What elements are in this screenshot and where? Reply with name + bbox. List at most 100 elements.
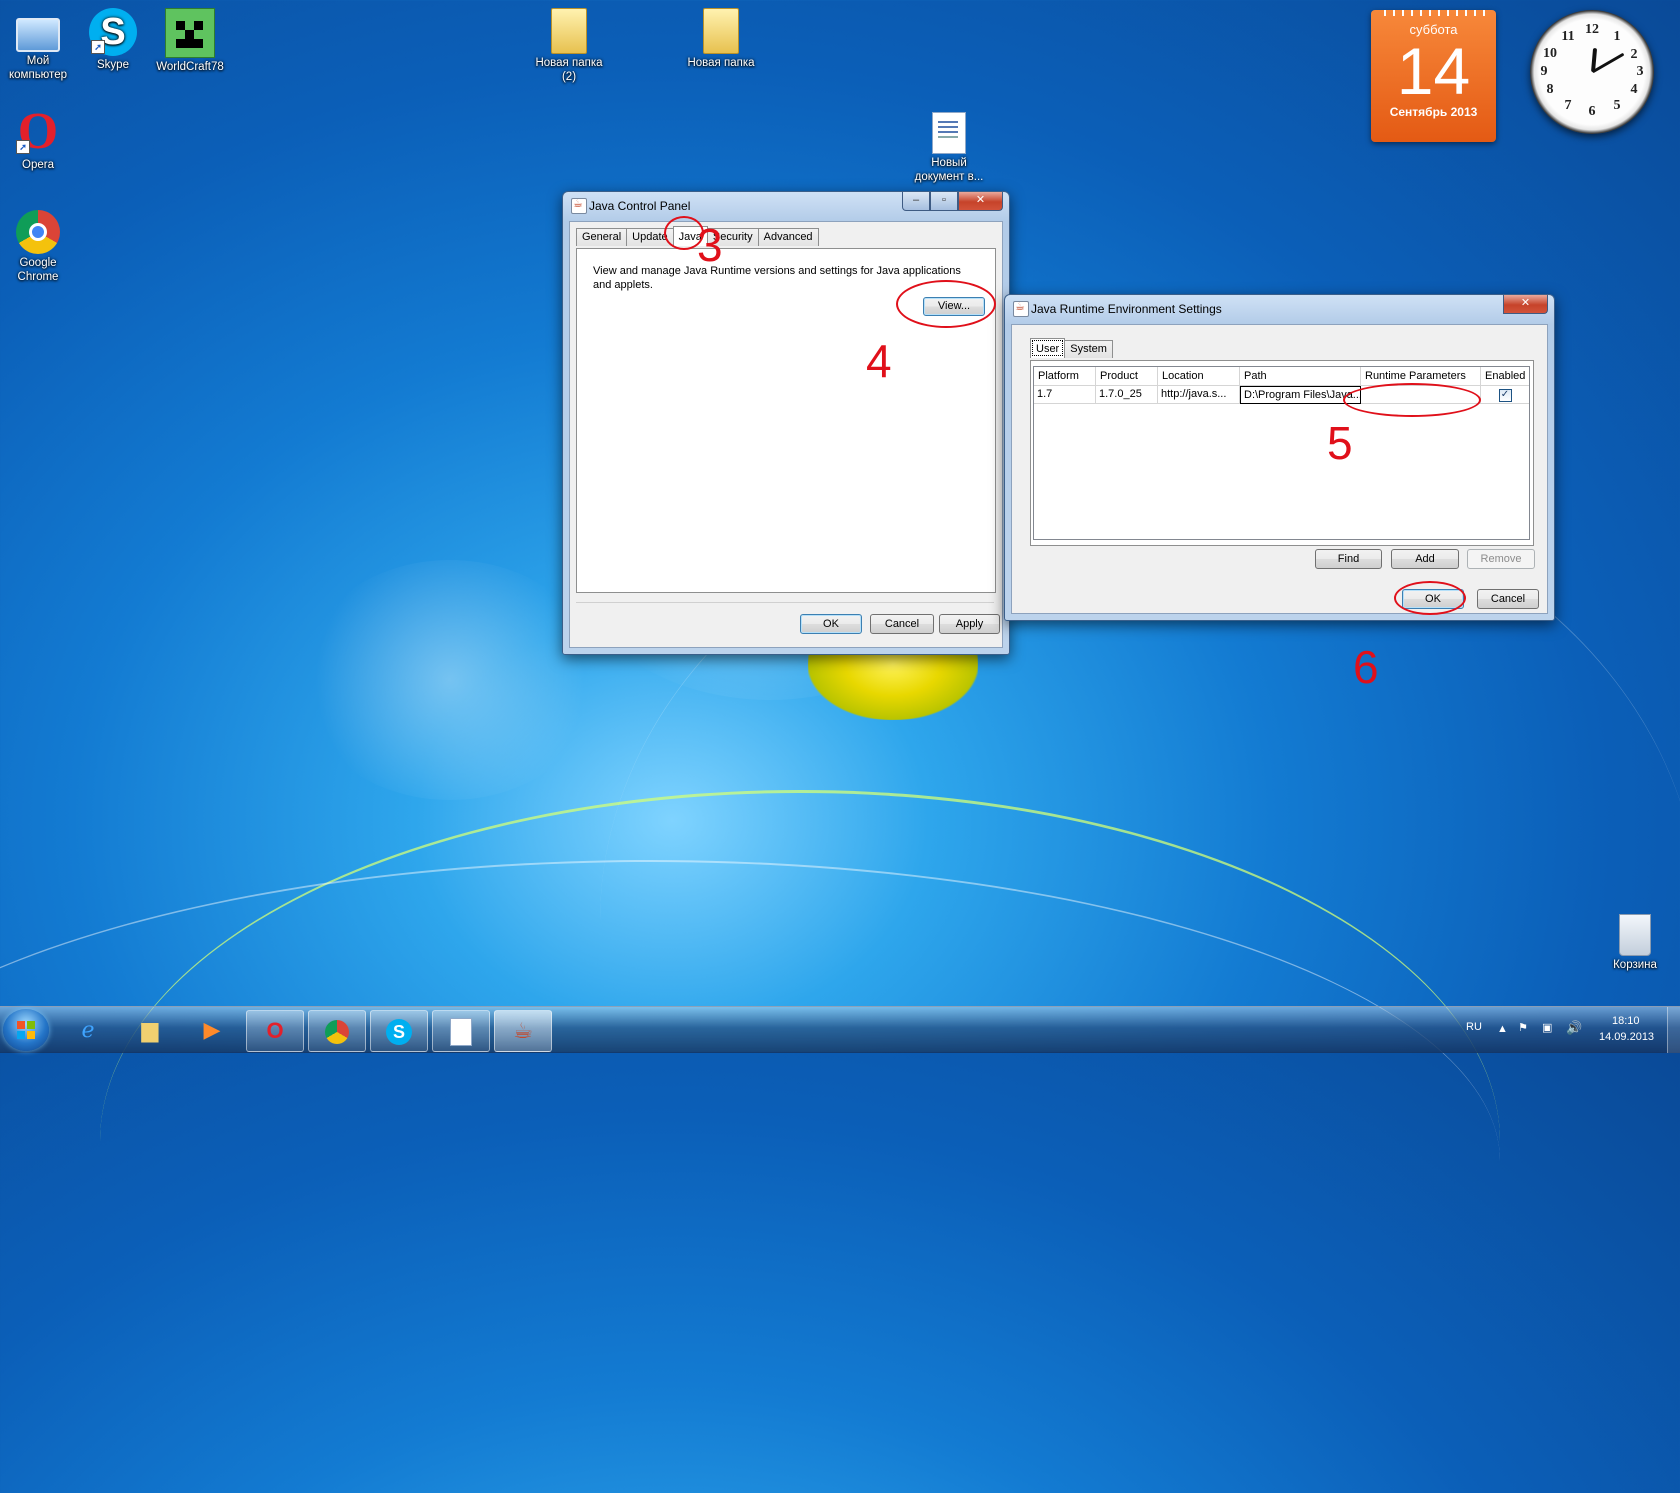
ok-button[interactable]: OK (800, 614, 862, 634)
column-header[interactable]: Path (1240, 367, 1361, 386)
desktop-icon-label: Новая папка (2) (535, 57, 603, 83)
user-tab-panel: Platform Product Location Path Runtime P… (1030, 360, 1534, 546)
cancel-button[interactable]: Cancel (870, 614, 934, 634)
clock-number: 7 (1564, 98, 1572, 113)
close-button[interactable]: ✕ (1503, 295, 1548, 314)
desktop-icon-skype[interactable]: S ➚ Skype (73, 8, 153, 72)
java-tab-description: View and manage Java Runtime versions an… (593, 265, 961, 291)
table-row[interactable]: 1.7 1.7.0_25 http://java.s... D:\Program… (1034, 386, 1529, 404)
network-icon[interactable]: ▣ (1542, 1021, 1552, 1034)
apply-button[interactable]: Apply (939, 614, 1000, 634)
taskbar-internet-explorer[interactable]: ℯ (60, 1010, 116, 1050)
desktop-icon-label: Мой компьютер (9, 55, 67, 81)
window-title: Java Runtime Environment Settings (1031, 302, 1222, 316)
minimize-button[interactable]: ‒ (902, 192, 930, 211)
taskbar-opera[interactable]: O (246, 1010, 304, 1052)
clock-minute-hand (1591, 52, 1625, 74)
window-client-area: General Update Java Security Advanced Vi… (569, 221, 1003, 648)
annotation-step-6: 6 (1353, 641, 1379, 693)
skype-icon: S (386, 1019, 412, 1046)
cell-runtime-parameters[interactable] (1361, 386, 1481, 404)
desktop-icon-recycle-bin[interactable]: Корзина (1595, 914, 1675, 972)
clock-number: 2 (1630, 47, 1638, 62)
cell-platform[interactable]: 1.7 (1034, 386, 1096, 404)
taskbar-explorer[interactable]: ▆ (122, 1010, 178, 1050)
cell-path[interactable]: D:\Program Files\Java... (1240, 386, 1361, 404)
enabled-checkbox[interactable]: ✓ (1498, 389, 1512, 402)
jre-table[interactable]: Platform Product Location Path Runtime P… (1033, 366, 1530, 540)
desktop-icon-chrome[interactable]: Google Chrome (0, 210, 78, 284)
action-center-icon[interactable]: ⚑ (1518, 1021, 1528, 1034)
clock-number: 11 (1561, 29, 1575, 44)
cell-enabled[interactable]: ✓ (1481, 386, 1529, 404)
tab-update[interactable]: Update (626, 228, 674, 246)
start-button[interactable] (3, 1009, 49, 1051)
column-header[interactable]: Location (1158, 367, 1240, 386)
ok-button[interactable]: OK (1402, 589, 1464, 609)
chrome-icon (325, 1020, 349, 1045)
desktop-icon-label: Корзина (1613, 959, 1657, 971)
taskbar-chrome[interactable] (308, 1010, 366, 1052)
show-desktop-button[interactable] (1667, 1007, 1680, 1053)
tab-user[interactable]: User (1030, 338, 1066, 358)
taskbar-media-player[interactable]: ▶ (184, 1010, 240, 1050)
clock-number: 5 (1613, 98, 1621, 113)
creeper-icon (165, 8, 215, 58)
divider (576, 602, 994, 603)
close-button[interactable]: ✕ (958, 192, 1003, 211)
opera-icon: O ➚ (16, 103, 59, 160)
window-client-area: User System Platform Product Location Pa… (1011, 324, 1548, 614)
desktop-icon-my-computer[interactable]: Мой компьютер (0, 10, 78, 82)
calendar-rings (1377, 10, 1490, 16)
desktop-icon-new-folder-2[interactable]: Новая папка (2) (529, 8, 609, 84)
show-hidden-icons-arrow-icon[interactable]: ▲ (1497, 1023, 1508, 1035)
caption-buttons: ✕ (1503, 295, 1548, 314)
tab-general[interactable]: General (576, 228, 628, 246)
clock-number: 10 (1543, 46, 1557, 61)
desktop-icon-opera[interactable]: O ➚ Opera (0, 103, 78, 172)
desktop-icon-new-folder[interactable]: Новая папка (681, 8, 761, 70)
clock-gadget[interactable]: 12 1 2 3 4 5 6 7 8 9 10 11 (1530, 10, 1654, 134)
column-header[interactable]: Product (1096, 367, 1158, 386)
clock-number: 8 (1546, 82, 1554, 97)
clock-number: 1 (1613, 29, 1621, 44)
add-button[interactable]: Add (1391, 549, 1459, 569)
remove-button: Remove (1467, 549, 1535, 569)
desktop-icon-label: Google Chrome (17, 257, 59, 283)
cell-product[interactable]: 1.7.0_25 (1096, 386, 1158, 404)
tab-java[interactable]: Java (672, 226, 708, 246)
folder-icon (703, 8, 739, 54)
clock-date[interactable]: 14.09.2013 (1599, 1031, 1654, 1043)
calendar-day: 14 (1396, 34, 1471, 108)
desktop-icon-label: Новый документ в... (914, 157, 984, 183)
java-icon (1013, 300, 1029, 317)
clock-time[interactable]: 18:10 (1612, 1015, 1640, 1027)
tab-system[interactable]: System (1064, 340, 1113, 358)
column-header[interactable]: Platform (1034, 367, 1096, 386)
maximize-button[interactable]: ▫ (930, 192, 958, 211)
column-header[interactable]: Runtime Parameters (1361, 367, 1481, 386)
cell-location[interactable]: http://java.s... (1158, 386, 1240, 404)
caption-buttons: ‒ ▫ ✕ (902, 192, 1003, 211)
taskbar-java[interactable]: ☕ (494, 1010, 552, 1052)
tab-bar: User System (1030, 338, 1113, 358)
java-control-panel-window[interactable]: Java Control Panel ‒ ▫ ✕ General Update … (562, 191, 1010, 655)
column-header[interactable]: Enabled (1481, 367, 1529, 386)
tab-advanced[interactable]: Advanced (757, 228, 819, 246)
volume-icon[interactable]: 🔊 (1566, 1020, 1582, 1036)
jre-settings-window[interactable]: Java Runtime Environment Settings ✕ User… (1004, 294, 1555, 621)
opera-icon: O (266, 1018, 284, 1043)
desktop-icon-label: WorldCraft78 (156, 61, 224, 73)
cancel-button[interactable]: Cancel (1477, 589, 1539, 609)
view-button[interactable]: View... (923, 297, 985, 316)
window-title: Java Control Panel (589, 199, 691, 213)
taskbar-document[interactable] (432, 1010, 490, 1052)
tab-security[interactable]: Security (706, 228, 759, 246)
calendar-gadget[interactable]: суббота 14 Сентябрь 2013 (1371, 10, 1496, 142)
taskbar: ℯ ▆ ▶ O S ☕ RU ▲ ⚑ ▣ 🔊 18:10 14.09.2013 (0, 1006, 1680, 1053)
language-indicator[interactable]: RU (1466, 1021, 1482, 1033)
taskbar-skype[interactable]: S (370, 1010, 428, 1052)
desktop-icon-worldcraft[interactable]: WorldCraft78 (150, 8, 230, 74)
find-button[interactable]: Find (1315, 549, 1382, 569)
desktop-icon-new-document[interactable]: Новый документ в... (909, 112, 989, 184)
